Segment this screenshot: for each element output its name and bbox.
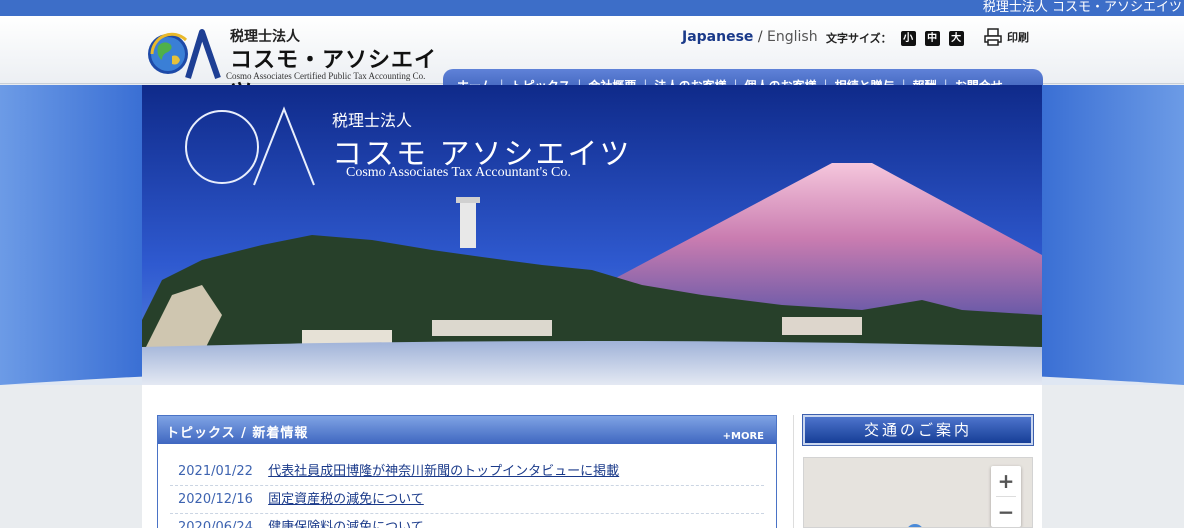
news-item: 2020/12/16 固定資産税の減免について	[170, 486, 764, 514]
map-marker-icon	[906, 524, 924, 527]
news-item: 2020/06/24 健康保険料の減免について	[170, 514, 764, 528]
lang-english-link[interactable]: English	[767, 29, 818, 45]
map-zoom-in-button[interactable]: +	[991, 466, 1021, 496]
topics-more-link[interactable]: +MORE	[723, 431, 764, 442]
font-size-label: 文字サイズ：	[826, 32, 892, 45]
site-logo[interactable]: 税理士法人 コスモ・アソシエイツ Cosmo Associates Certif…	[144, 24, 444, 105]
font-size-controls: 文字サイズ： 小 中 大	[826, 30, 964, 46]
news-link[interactable]: 固定資産税の減免について	[268, 492, 424, 507]
printer-icon	[984, 28, 1002, 46]
news-link[interactable]: 代表社員成田博隆が神奈川新聞のトップインタビューに掲載	[268, 464, 619, 479]
site-title-strip: 税理士法人 コスモ・アソシエイツ	[982, 0, 1182, 15]
print-label: 印刷	[1007, 31, 1029, 44]
print-button[interactable]: 印刷	[984, 28, 1029, 46]
font-size-medium-button[interactable]: 中	[924, 30, 940, 46]
hero-image: 税理士法人 コスモ アソシエイツ Cosmo Associates Tax Ac…	[142, 85, 1042, 385]
font-size-small-button[interactable]: 小	[900, 30, 916, 46]
hero-title-english: Cosmo Associates Tax Accountant's Co.	[346, 165, 571, 180]
news-date: 2021/01/22	[178, 464, 253, 479]
language-switcher: Japanese / English	[682, 29, 818, 45]
topics-panel: トピックス / 新着情報 +MORE 2021/01/22 代表社員成田博隆が神…	[157, 415, 777, 528]
news-link[interactable]: 健康保険料の減免について	[268, 520, 424, 528]
topics-header: トピックス / 新着情報 +MORE	[158, 416, 776, 444]
access-title: 交通のご案内	[802, 414, 1034, 446]
map-zoom-controls: + −	[991, 466, 1021, 527]
hero-title-line1: 税理士法人	[332, 111, 413, 130]
main-content: トピックス / 新着情報 +MORE 2021/01/22 代表社員成田博隆が神…	[142, 385, 1042, 528]
top-strip: 税理士法人 コスモ・アソシエイツ	[0, 0, 1184, 16]
column-divider	[793, 415, 794, 528]
lang-separator: /	[757, 29, 763, 45]
ca-logo-icon	[148, 29, 221, 79]
access-map[interactable]: + −	[803, 457, 1033, 528]
lang-japanese-link[interactable]: Japanese	[682, 29, 753, 45]
news-date: 2020/12/16	[178, 492, 253, 507]
topics-title: トピックス / 新着情報	[166, 426, 309, 441]
news-item: 2021/01/22 代表社員成田博隆が神奈川新聞のトップインタビューに掲載	[170, 458, 764, 486]
map-zoom-out-button[interactable]: −	[991, 497, 1021, 527]
font-size-large-button[interactable]: 大	[948, 30, 964, 46]
site-header: 税理士法人 コスモ・アソシエイツ Cosmo Associates Certif…	[0, 16, 1184, 105]
logo-text-english: Cosmo Associates Certified Public Tax Ac…	[226, 71, 426, 81]
news-date: 2020/06/24	[178, 520, 253, 528]
